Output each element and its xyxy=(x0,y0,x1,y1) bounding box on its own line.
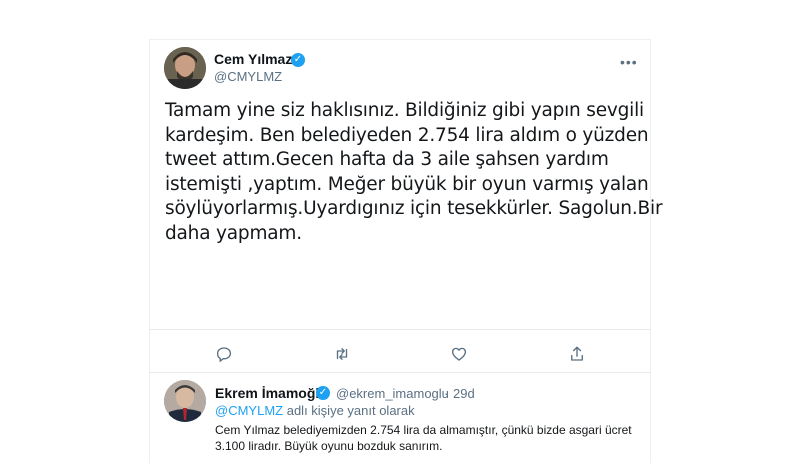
tweet-line: tweet attım.Gecen hafta da 3 aile şahsen… xyxy=(165,149,609,170)
like-button[interactable] xyxy=(448,343,470,365)
retweet-button[interactable] xyxy=(331,343,353,365)
avatar-photo xyxy=(164,380,206,422)
tweet-line: daha yapmam. xyxy=(165,222,302,244)
tweet-text: Tamam yine siz haklısınız. Bildiğiniz gi… xyxy=(165,99,663,246)
share-icon xyxy=(571,346,583,361)
divider xyxy=(150,372,650,373)
mention-link[interactable]: @CMYLMZ xyxy=(215,403,283,418)
reply-text: Cem Yılmaz belediyemizden 2.754 lira da … xyxy=(215,423,632,453)
replying-to: @CMYLMZ adlı kişiye yanıt olarak xyxy=(215,403,415,418)
tweet-line: söylüyorlarmış.Uyardıgınız için tesekkür… xyxy=(165,198,663,219)
reply-icon xyxy=(216,347,232,363)
avatar-photo xyxy=(164,47,206,89)
reply-author-name[interactable]: Ekrem İmamoğlu xyxy=(215,385,328,401)
reply-author-handle[interactable]: @ekrem_imamoglu xyxy=(336,386,449,401)
reply-author-avatar[interactable] xyxy=(164,380,206,422)
reply-button[interactable] xyxy=(213,343,235,365)
author-handle[interactable]: @CMYLMZ xyxy=(214,69,282,84)
replying-to-label: adlı kişiye yanıt olarak xyxy=(286,403,415,418)
heart-icon xyxy=(451,347,467,361)
divider xyxy=(150,329,650,330)
separator-dot: · xyxy=(444,386,449,401)
verified-badge-icon: ✓ xyxy=(291,53,305,67)
share-button[interactable] xyxy=(566,343,588,365)
reply-timestamp[interactable]: 29d xyxy=(453,386,475,401)
tweet-line: Tamam yine siz haklısınız. Bildiğiniz gi… xyxy=(165,100,644,121)
retweet-icon xyxy=(336,348,348,360)
more-options-icon[interactable]: ••• xyxy=(620,54,638,70)
author-name[interactable]: Cem Yılmaz xyxy=(214,51,292,67)
author-avatar[interactable] xyxy=(164,47,206,89)
tweet-line: istemişti ,yaptım. Meğer büyük bir oyun … xyxy=(165,173,649,195)
tweet-line: kardeşim. Ben belediyeden 2.754 lira ald… xyxy=(165,124,649,146)
verified-badge-icon: ✓ xyxy=(316,386,330,400)
